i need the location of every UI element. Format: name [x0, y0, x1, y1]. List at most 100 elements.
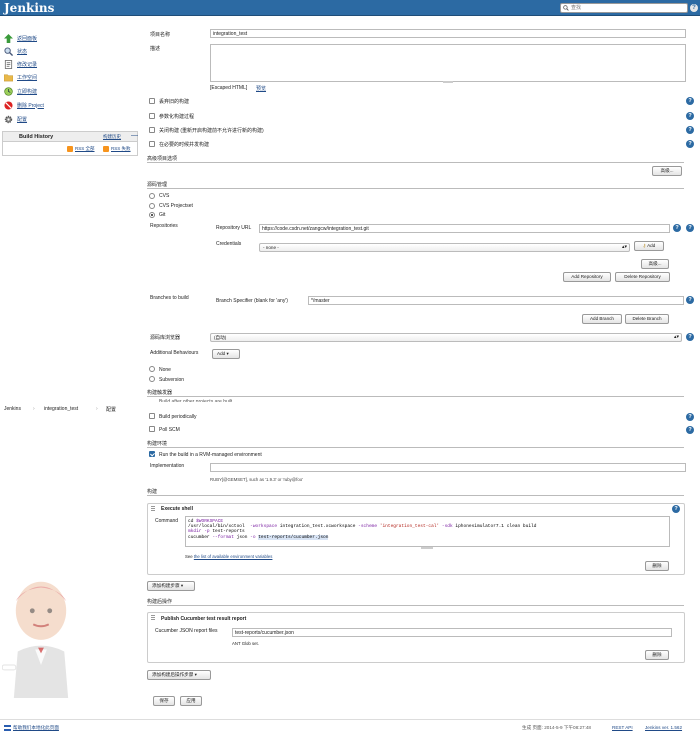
breadcrumb-page[interactable]: 配置 — [106, 406, 116, 413]
add-branch-button[interactable]: Add Branch — [582, 314, 622, 324]
textarea-resize-handle[interactable] — [443, 81, 453, 83]
chevron-down-icon: ▾ — [194, 672, 197, 677]
rest-api-link[interactable]: REST API — [612, 725, 633, 730]
rss-all-link[interactable]: RSS 全部 — [67, 146, 95, 152]
command-textarea[interactable]: cd $WORKSPACE/usr/local/bin/xctool -work… — [185, 516, 670, 547]
description-textarea[interactable] — [210, 44, 686, 82]
advanced-button[interactable]: 高级... — [652, 166, 682, 176]
additional-behaviours-add-button[interactable]: Add ▾ — [212, 349, 240, 359]
scm-none-radio[interactable] — [149, 366, 155, 372]
preview-link[interactable]: 预览 — [256, 85, 266, 92]
sidebar-item-back-to-dashboard[interactable]: 返回面板 — [4, 33, 37, 43]
branches-to-build-label: Branches to build — [150, 295, 189, 301]
search-input[interactable] — [571, 4, 681, 12]
rss-icon — [67, 146, 73, 152]
sidebar-item-build-now[interactable]: 立即构建 — [4, 86, 37, 96]
project-name-input[interactable] — [210, 29, 686, 38]
sidebar-item-status[interactable]: 状态 — [4, 46, 27, 56]
help-icon[interactable]: ? — [686, 296, 694, 304]
build-heading: 构建 — [147, 489, 158, 495]
delete-branch-button[interactable]: Delete Branch — [625, 314, 669, 324]
scm-cvs-projectset-label: CVS Projectset — [159, 203, 193, 209]
build-triggers-heading: 构建触发器 — [147, 390, 173, 396]
sidebar-item-label[interactable]: 修改记录 — [17, 61, 37, 68]
credentials-label: Credentials — [216, 241, 242, 247]
sidebar-item-delete-project[interactable]: 删除 Project — [4, 100, 44, 110]
implementation-input[interactable] — [210, 463, 686, 472]
delete-build-step-button[interactable]: 删除 — [645, 561, 669, 571]
drag-handle-icon[interactable] — [151, 506, 155, 512]
repository-browser-select[interactable]: (自动) ▴▾ — [210, 333, 682, 342]
concurrent-build-checkbox[interactable] — [149, 141, 155, 147]
sidebar-item-changes[interactable]: 修改记录 — [4, 59, 37, 69]
page-generated-timestamp: 生成 页面: 2014-5-9 下午08:27:48 — [522, 725, 591, 730]
repository-url-input[interactable] — [259, 224, 670, 233]
delete-post-step-button[interactable]: 删除 — [645, 650, 669, 660]
concurrent-build-label: 在必要的时候并发构建 — [159, 142, 210, 148]
disable-build-checkbox[interactable] — [149, 127, 155, 133]
rvm-checkbox[interactable] — [149, 451, 155, 457]
jenkins-version-link[interactable]: Jenkins ver. 1.562 — [645, 725, 682, 730]
sidebar-item-label[interactable]: 配置 — [17, 116, 27, 123]
build-trend-link[interactable]: 构建历史 — [103, 134, 121, 140]
build-periodically-checkbox[interactable] — [149, 413, 155, 419]
help-icon[interactable]: ? — [672, 505, 680, 513]
advanced-repo-button[interactable]: 高级... — [641, 259, 669, 269]
delete-repository-button[interactable]: Delete Repository — [615, 272, 670, 282]
discard-old-builds-checkbox[interactable] — [149, 98, 155, 104]
scm-subversion-radio[interactable] — [149, 376, 155, 382]
sidebar-item-label[interactable]: 工作空间 — [17, 74, 37, 81]
credentials-select[interactable]: - none - ▴▾ — [259, 243, 630, 252]
jenkins-logo[interactable]: Jenkins — [4, 1, 54, 15]
up-arrow-icon — [4, 33, 13, 43]
cucumber-json-input[interactable] — [232, 628, 672, 637]
collapse-icon[interactable]: — — [131, 132, 138, 139]
chevron-down-icon: ▴▾ — [621, 244, 627, 250]
add-build-step-button[interactable]: 添加构建步骤 ▾ — [147, 581, 195, 591]
sidebar-item-label[interactable]: 返回面板 — [17, 35, 37, 42]
help-icon[interactable]: ? — [686, 426, 694, 434]
sidebar-item-workspace[interactable]: 工作空间 — [4, 72, 37, 82]
help-icon[interactable]: ? — [686, 140, 694, 148]
post-build-heading: 构建后操作 — [147, 599, 173, 605]
scm-cvs-radio[interactable] — [149, 193, 155, 199]
search-box[interactable] — [560, 3, 688, 13]
breadcrumb-project[interactable]: integration_test — [44, 406, 78, 412]
add-credentials-button[interactable]: ⚷ Add — [634, 241, 664, 251]
scm-cvs-projectset-radio[interactable] — [149, 203, 155, 209]
sidebar-item-label[interactable]: 立即构建 — [17, 88, 37, 95]
add-post-build-step-button[interactable]: 添加构建后操作步骤 ▾ — [147, 670, 211, 680]
branch-specifier-input[interactable] — [308, 296, 684, 305]
branch-specifier-label: Branch Specifier (blank for 'any') — [216, 298, 288, 304]
folder-icon — [4, 74, 13, 81]
textarea-resize-handle[interactable] — [421, 547, 433, 549]
description-label: 描述 — [150, 46, 161, 52]
clock-icon — [4, 86, 13, 96]
drag-handle-icon[interactable] — [151, 615, 155, 621]
sidebar-item-label[interactable]: 删除 Project — [17, 102, 44, 109]
scm-git-radio[interactable] — [149, 212, 155, 218]
poll-scm-checkbox[interactable] — [149, 426, 155, 432]
sidebar-item-configure[interactable]: 配置 — [4, 114, 27, 124]
env-vars-link[interactable]: the list of available environment variab… — [194, 554, 273, 559]
help-icon[interactable]: ? — [686, 333, 694, 341]
help-icon[interactable]: ? — [686, 97, 694, 105]
add-repository-button[interactable]: Add Repository — [563, 272, 611, 282]
parameterized-checkbox[interactable] — [149, 113, 155, 119]
top-header: Jenkins ? — [0, 0, 700, 16]
help-icon[interactable]: ? — [686, 112, 694, 120]
help-icon[interactable]: ? — [686, 126, 694, 134]
footer-help-localize[interactable]: 帮助我们本地化此页面 — [4, 725, 59, 731]
help-icon[interactable]: ? — [673, 224, 681, 232]
sidebar-item-label[interactable]: 状态 — [17, 48, 27, 55]
save-button[interactable]: 保存 — [153, 696, 175, 706]
breadcrumb-root[interactable]: Jenkins — [4, 406, 21, 412]
env-vars-note: See the list of available environment va… — [185, 554, 273, 559]
rss-failed-link[interactable]: RSS 失败 — [103, 146, 131, 152]
help-icon[interactable]: ? — [690, 4, 698, 12]
apply-button[interactable]: 应用 — [180, 696, 202, 706]
help-icon[interactable]: ? — [686, 224, 694, 232]
help-icon[interactable]: ? — [686, 413, 694, 421]
scm-none-label: None — [159, 367, 171, 373]
localize-link[interactable]: 帮助我们本地化此页面 — [13, 725, 59, 731]
